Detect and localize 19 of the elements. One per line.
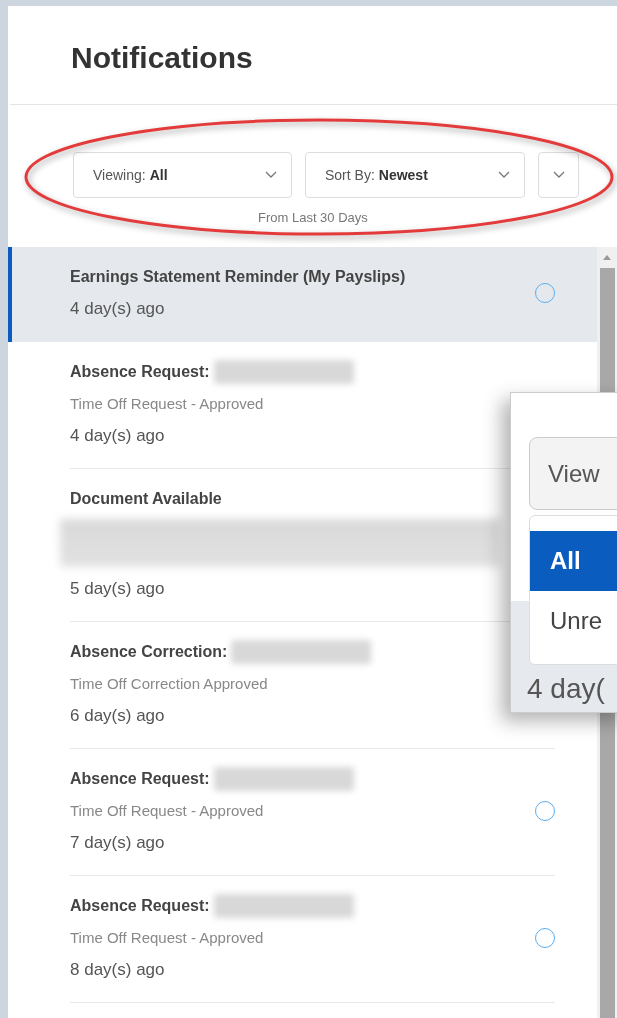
notification-title: Document Available xyxy=(70,489,222,509)
notification-status: Time Off Request - Approved xyxy=(70,801,264,821)
notification-title: Earnings Statement Reminder (My Payslips) xyxy=(70,267,406,287)
notification-time: 4 day(s) ago xyxy=(70,298,165,320)
notification-title: Absence Request: xyxy=(70,769,210,789)
notification-title: Absence Request: xyxy=(70,362,210,382)
notification-time: 6 day(s) ago xyxy=(70,705,165,727)
notification-time: 5 day(s) ago xyxy=(70,578,165,600)
notification-title: Absence Request: xyxy=(70,896,210,916)
date-range-text: From Last 30 Days xyxy=(258,210,369,226)
notification-status: Time Off Request - Approved xyxy=(70,394,264,414)
notification-status: Time Off Request - Approved xyxy=(70,928,264,948)
notification-time: 8 day(s) ago xyxy=(70,959,165,981)
notification-status: Time Off Correction Approved xyxy=(70,674,268,694)
page-title: Notifications xyxy=(71,40,254,76)
notification-time: 4 day(s) ago xyxy=(70,425,165,447)
notification-time: 7 day(s) ago xyxy=(70,832,165,854)
notification-title: Absence Correction: xyxy=(70,642,228,662)
time-text: 4 day( xyxy=(527,673,605,705)
